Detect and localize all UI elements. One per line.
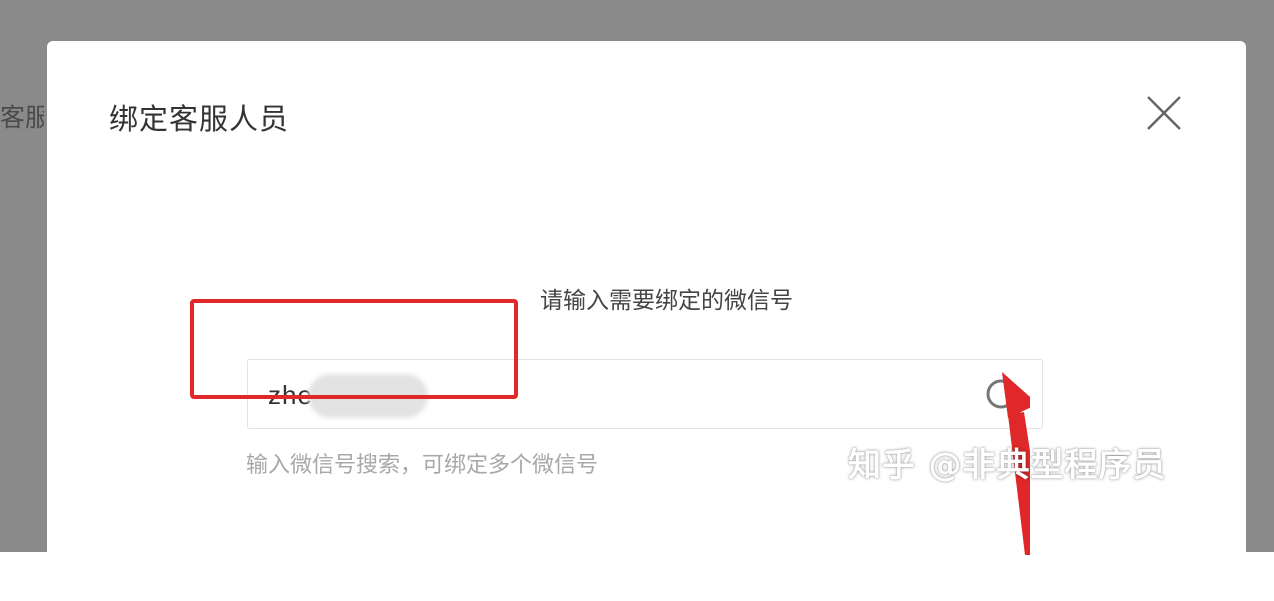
search-hint: 输入微信号搜索，可绑定多个微信号 <box>246 453 599 478</box>
dialog-title: 绑定客服人员 <box>109 102 290 136</box>
background-label: 客服 <box>0 103 44 132</box>
close-icon[interactable] <box>1144 93 1184 133</box>
input-highlight-annotation <box>190 299 518 399</box>
watermark: 知乎 @非典型程序员 <box>848 445 1167 484</box>
